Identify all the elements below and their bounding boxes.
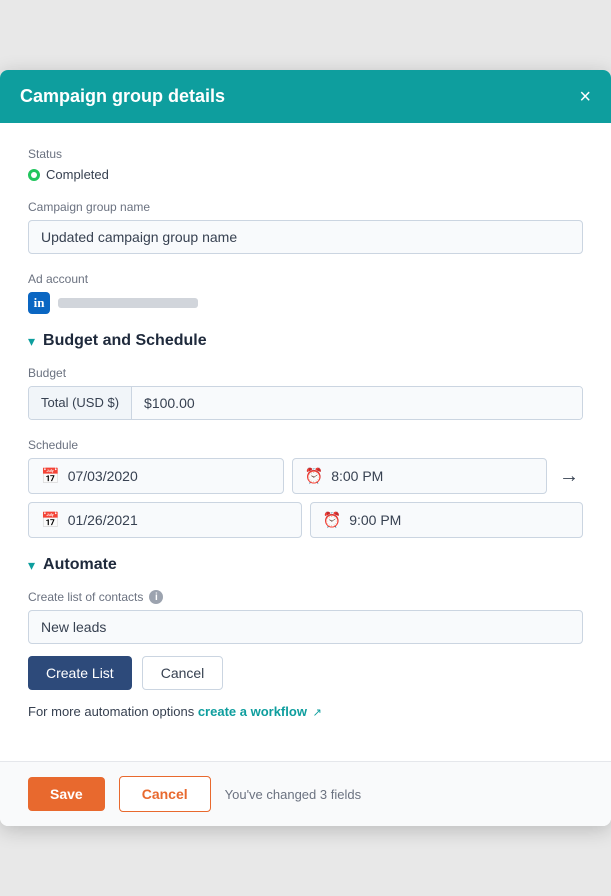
automate-section-header[interactable]: ▾ Automate	[28, 556, 583, 574]
schedule-end-row: 📅 01/26/2021 ⏰ 9:00 PM	[28, 502, 583, 538]
end-time-value: 9:00 PM	[349, 512, 401, 528]
budget-row: Total (USD $)	[28, 386, 583, 420]
create-list-label-row: Create list of contacts i	[28, 590, 583, 604]
end-date-input[interactable]: 📅 01/26/2021	[28, 502, 302, 538]
create-workflow-link[interactable]: create a workflow	[198, 704, 307, 719]
status-field: Status Completed	[28, 147, 583, 182]
campaign-group-details-modal: Campaign group details × Status Complete…	[0, 70, 611, 826]
clock-icon: ⏰	[305, 467, 324, 485]
schedule-label: Schedule	[28, 438, 583, 452]
modal-body: Status Completed Campaign group name Ad …	[0, 123, 611, 761]
create-list-cancel-button[interactable]: Cancel	[142, 656, 224, 690]
modal-title: Campaign group details	[20, 86, 225, 107]
linkedin-icon: in	[28, 292, 50, 314]
budget-schedule-title: Budget and Schedule	[43, 332, 207, 350]
create-list-button-row: Create List Cancel	[28, 656, 583, 690]
start-date-value: 07/03/2020	[68, 468, 138, 484]
budget-type-label: Total (USD $)	[29, 387, 132, 419]
create-list-field: Create list of contacts i Create List Ca…	[28, 590, 583, 719]
ad-account-row: in	[28, 292, 583, 314]
end-date-value: 01/26/2021	[68, 512, 138, 528]
status-value: Completed	[46, 167, 109, 182]
status-label: Status	[28, 147, 583, 161]
new-leads-input[interactable]	[28, 610, 583, 644]
automation-footer: For more automation options create a wor…	[28, 704, 583, 719]
budget-field: Budget Total (USD $)	[28, 366, 583, 420]
end-time-input[interactable]: ⏰ 9:00 PM	[310, 502, 584, 538]
clock-end-icon: ⏰	[323, 511, 342, 529]
status-dot-icon	[28, 169, 40, 181]
create-list-label-text: Create list of contacts	[28, 590, 143, 604]
schedule-start-row: 📅 07/03/2020 ⏰ 8:00 PM →	[28, 458, 583, 494]
ad-account-field: Ad account in	[28, 272, 583, 314]
status-row: Completed	[28, 167, 583, 182]
close-button[interactable]: ×	[579, 87, 591, 107]
external-link-icon: ↗	[313, 707, 322, 719]
schedule-arrow-icon: →	[555, 465, 583, 488]
footer-cancel-button[interactable]: Cancel	[119, 776, 211, 812]
ad-account-label: Ad account	[28, 272, 583, 286]
start-time-input[interactable]: ⏰ 8:00 PM	[292, 458, 548, 494]
budget-schedule-section-header[interactable]: ▾ Budget and Schedule	[28, 332, 583, 350]
modal-footer: Save Cancel You've changed 3 fields	[0, 761, 611, 826]
automation-footer-text: For more automation options	[28, 704, 194, 719]
budget-schedule-chevron-icon: ▾	[28, 333, 35, 350]
modal-header: Campaign group details ×	[0, 70, 611, 123]
start-time-value: 8:00 PM	[331, 468, 383, 484]
start-date-input[interactable]: 📅 07/03/2020	[28, 458, 284, 494]
changed-fields-text: You've changed 3 fields	[225, 787, 361, 802]
automate-title: Automate	[43, 556, 117, 574]
schedule-field: Schedule 📅 07/03/2020 ⏰ 8:00 PM → 📅 01/2…	[28, 438, 583, 538]
ad-account-blur	[58, 298, 198, 308]
save-button[interactable]: Save	[28, 777, 105, 811]
campaign-group-name-input[interactable]	[28, 220, 583, 254]
campaign-group-name-label: Campaign group name	[28, 200, 583, 214]
budget-label: Budget	[28, 366, 583, 380]
info-icon: i	[149, 590, 163, 604]
campaign-group-name-field: Campaign group name	[28, 200, 583, 254]
automate-chevron-icon: ▾	[28, 557, 35, 574]
calendar-icon: 📅	[41, 467, 60, 485]
budget-input[interactable]	[132, 387, 582, 419]
calendar-end-icon: 📅	[41, 511, 60, 529]
create-list-button[interactable]: Create List	[28, 656, 132, 690]
